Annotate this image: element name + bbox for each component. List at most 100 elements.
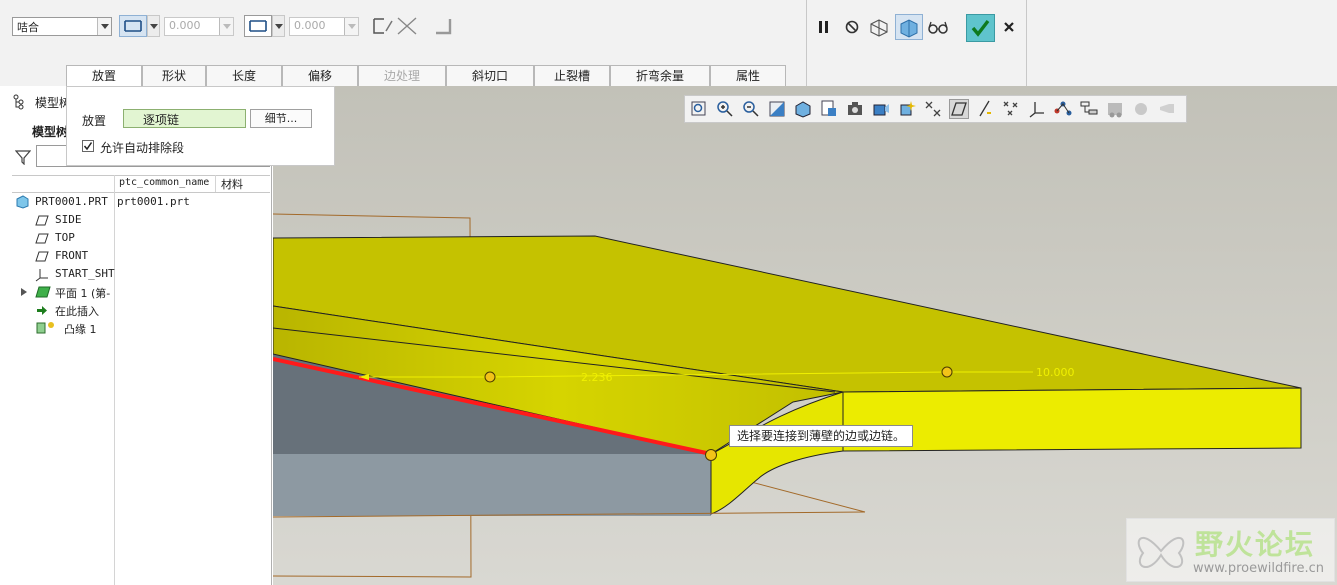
pause-button[interactable] xyxy=(812,16,838,38)
flange-type-value: 咭合 xyxy=(17,21,39,34)
model-view: 2.236 10.000 xyxy=(273,86,1337,585)
graphics-window[interactable]: 2.236 10.000 xyxy=(273,86,1337,585)
column-header-material[interactable]: 材料 xyxy=(221,176,243,192)
flip-direction-button[interactable] xyxy=(395,15,421,37)
side2-length-value: 0.000 xyxy=(294,19,326,32)
tree-row-flange[interactable]: 凸缘 1 xyxy=(0,320,114,337)
thicken-side-button[interactable] xyxy=(432,15,458,37)
side2-length-dropdown[interactable] xyxy=(272,15,285,37)
flip-profile-button[interactable] xyxy=(370,15,396,37)
disabled-view-button[interactable] xyxy=(1157,99,1177,119)
filter-icon[interactable] xyxy=(15,149,31,165)
view-manager-icon xyxy=(848,102,862,115)
disabled-toolbar-icon xyxy=(1108,103,1122,118)
tab-shape[interactable]: 形状 xyxy=(142,65,206,86)
checkmark-icon xyxy=(83,142,93,151)
in-graphics-toolbar xyxy=(684,95,1187,123)
tree-item-label: PRT0001.PRT xyxy=(35,195,108,208)
chevron-down-icon xyxy=(219,18,233,35)
tab-offset[interactable]: 偏移 xyxy=(282,65,358,86)
spin-disabled-button[interactable] xyxy=(1105,99,1125,119)
zoom-out-button[interactable] xyxy=(741,99,761,119)
zoom-in-button[interactable] xyxy=(715,99,735,119)
forum-watermark: 野火论坛 www.proewildfire.cn xyxy=(1126,518,1335,582)
ok-check-icon xyxy=(971,19,990,37)
spin-center-button[interactable] xyxy=(897,99,917,119)
ok-button[interactable] xyxy=(966,14,995,42)
verify-mode-button[interactable] xyxy=(895,14,923,40)
csys-display-button[interactable] xyxy=(1027,99,1047,119)
coordinate-system-icon xyxy=(35,269,48,282)
datum-plane-icon xyxy=(35,251,49,262)
axis-display-button[interactable] xyxy=(975,99,995,119)
sheet-wall-front xyxy=(273,454,711,516)
placement-collector[interactable]: 逐项链 xyxy=(123,109,246,128)
dimension-1-text[interactable]: 2.236 xyxy=(581,371,613,384)
point-display-button[interactable] xyxy=(1001,99,1021,119)
annotation-display-icon xyxy=(1054,101,1072,116)
butterfly-logo-icon xyxy=(1137,536,1185,568)
flange-type-select[interactable]: 咭合 xyxy=(12,17,112,36)
tree-display-button[interactable] xyxy=(1079,99,1099,119)
tab-placement[interactable]: 放置 xyxy=(66,65,142,86)
tab-relief[interactable]: 止裂槽 xyxy=(534,65,610,86)
repaint-icon xyxy=(769,101,785,117)
wireframe-preview-button[interactable] xyxy=(867,16,893,38)
display-style-button[interactable] xyxy=(793,99,813,119)
tab-properties[interactable]: 属性 xyxy=(710,65,786,86)
watermark-title: 野火论坛 xyxy=(1195,528,1316,561)
expand-arrow-icon[interactable] xyxy=(20,287,28,297)
spin-center-icon xyxy=(900,101,916,116)
saved-views-button[interactable] xyxy=(819,99,839,119)
disabled-sphere-button[interactable] xyxy=(1131,99,1151,119)
thicken-icon xyxy=(436,19,452,35)
tree-row-csys[interactable]: START_SHT xyxy=(0,266,115,283)
dimension-2-text[interactable]: 10.000 xyxy=(1036,366,1075,379)
point-display-icon xyxy=(1003,101,1018,116)
length-type-icon xyxy=(124,20,142,32)
details-button[interactable]: 细节... xyxy=(250,109,312,128)
auto-exclude-checkbox[interactable] xyxy=(82,140,94,152)
wireframe-preview-icon xyxy=(870,19,888,37)
planar-wall-icon xyxy=(35,286,51,298)
side2-length-type-button[interactable] xyxy=(244,15,272,37)
tab-bend-allowance[interactable]: 折弯余量 xyxy=(610,65,710,86)
side1-length-input[interactable]: 0.000 xyxy=(164,17,234,36)
view-manager-button[interactable] xyxy=(845,99,865,119)
tree-item-label: TOP xyxy=(55,231,75,244)
chevron-down-icon xyxy=(275,24,283,29)
side1-length-type-button[interactable] xyxy=(119,15,147,37)
perspective-button[interactable] xyxy=(871,99,891,119)
tree-row-insert-here[interactable]: 在此插入 xyxy=(0,302,114,319)
flip-direction-icon xyxy=(397,17,417,35)
annotation-display-button[interactable] xyxy=(1053,99,1073,119)
tree-row-front[interactable]: FRONT xyxy=(0,248,114,265)
tree-row-part[interactable]: PRT0001.PRT prt0001.prt xyxy=(0,194,270,211)
cancel-button[interactable] xyxy=(997,16,1023,38)
tab-miter-cuts[interactable]: 斜切口 xyxy=(446,65,534,86)
verify-mode-icon xyxy=(900,19,918,38)
drag-handle[interactable] xyxy=(941,366,953,378)
tree-item-label: 凸缘 1 xyxy=(64,323,97,336)
plane-display-button[interactable] xyxy=(949,99,969,119)
drag-handle[interactable] xyxy=(705,449,717,461)
tree-row-side[interactable]: SIDE xyxy=(0,212,114,229)
tab-edge-treatment[interactable]: 边处理 xyxy=(358,65,446,86)
side2-length-input[interactable]: 0.000 xyxy=(289,17,359,36)
no-preview-button[interactable] xyxy=(840,16,866,38)
glasses-preview-button[interactable] xyxy=(926,16,952,38)
flip-profile-icon xyxy=(373,18,393,34)
drag-handle[interactable] xyxy=(484,371,496,383)
tree-row-top[interactable]: TOP xyxy=(0,230,114,247)
column-divider xyxy=(114,175,115,585)
zoom-out-icon xyxy=(743,101,759,117)
tree-row-planar[interactable]: 平面 1 (第- xyxy=(0,284,114,301)
part-icon xyxy=(16,195,29,209)
tree-display-icon xyxy=(1080,101,1098,115)
datum-display-button[interactable] xyxy=(923,99,943,119)
tab-length[interactable]: 长度 xyxy=(206,65,282,86)
side1-length-dropdown[interactable] xyxy=(147,15,160,37)
column-header-common-name[interactable]: ptc_common_name xyxy=(119,177,213,188)
repaint-button[interactable] xyxy=(767,99,787,119)
refit-button[interactable] xyxy=(689,99,709,119)
